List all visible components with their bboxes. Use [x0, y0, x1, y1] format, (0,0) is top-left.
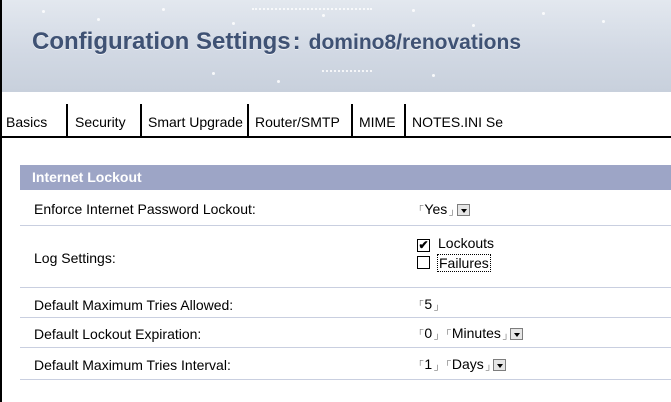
log-option-failures[interactable]: Failures: [417, 253, 494, 273]
lockout-expiration-field[interactable]: ┌0 ┘ ┌Minutes ┘: [417, 324, 524, 344]
row-log-settings: Log Settings: ✔ Lockouts Failures: [20, 226, 671, 288]
field-close-bracket-icon: ┘: [434, 365, 441, 375]
field-open-bracket-icon: ┌: [417, 324, 424, 334]
banner-decoration: [542, 12, 545, 15]
max-tries-field[interactable]: ┌5 ┘: [417, 295, 441, 315]
banner-decoration: [472, 24, 475, 27]
section-header-internet-lockout: Internet Lockout: [20, 165, 671, 190]
enforce-lockout-label: Enforce Internet Password Lockout:: [34, 201, 256, 217]
field-open-bracket-icon: ┌: [417, 355, 424, 365]
tries-interval-field[interactable]: ┌1 ┘ ┌Days ┘: [417, 355, 507, 375]
banner-decoration: [252, 8, 372, 10]
max-tries-value[interactable]: 5: [424, 296, 432, 312]
field-close-bracket-icon: ┘: [485, 365, 493, 375]
log-option-lockouts-label[interactable]: Lockouts: [438, 235, 494, 251]
field-open-bracket-icon: ┌: [417, 295, 424, 305]
row-enforce-lockout: Enforce Internet Password Lockout: ┌Yes ┘: [20, 190, 671, 226]
dropdown-arrow-icon[interactable]: [510, 328, 524, 340]
dropdown-arrow-icon[interactable]: [456, 204, 470, 216]
tab-divider: [404, 104, 406, 136]
field-close-bracket-icon: ┘: [434, 305, 441, 315]
field-open-bracket-icon: ┌: [417, 200, 424, 210]
banner-decoration: [42, 10, 45, 13]
row-tries-interval: Default Maximum Tries Interval: ┌1 ┘ ┌Day…: [20, 348, 671, 380]
field-close-bracket-icon: ┘: [449, 210, 456, 220]
header-banner: Configuration Settings: domino8/renovatio…: [2, 0, 671, 92]
enforce-lockout-value[interactable]: Yes: [424, 201, 447, 217]
banner-decoration: [322, 14, 325, 17]
tab-notes-ini[interactable]: NOTES.INI Se: [408, 107, 507, 136]
field-close-bracket-icon: ┘: [434, 334, 441, 344]
banner-decoration: [232, 22, 235, 25]
banner-decoration: [322, 70, 372, 72]
tab-router-smtp[interactable]: Router/SMTP: [251, 107, 344, 136]
enforce-lockout-field[interactable]: ┌Yes ┘: [417, 200, 470, 220]
log-settings-label: Log Settings:: [34, 250, 116, 266]
banner-decoration: [277, 80, 280, 83]
page-title: Configuration Settings: domino8/renovatio…: [32, 28, 521, 56]
dropdown-arrow-icon[interactable]: [493, 359, 507, 371]
log-option-failures-label[interactable]: Failures: [437, 254, 491, 272]
lockout-expiration-value[interactable]: 0: [424, 325, 432, 341]
tab-divider: [66, 104, 68, 136]
tries-interval-value[interactable]: 1: [424, 356, 432, 372]
banner-decoration: [432, 74, 435, 77]
tab-mime[interactable]: MIME: [355, 107, 400, 136]
tab-divider: [351, 104, 353, 136]
row-max-tries: Default Maximum Tries Allowed: ┌5 ┘: [20, 288, 671, 318]
tries-interval-label: Default Maximum Tries Interval:: [34, 357, 231, 373]
tab-basics[interactable]: Basics: [2, 107, 51, 136]
checkbox-icon[interactable]: ✔: [417, 239, 430, 252]
title-separator: :: [292, 28, 301, 55]
field-close-bracket-icon: ┘: [502, 334, 510, 344]
tab-divider: [140, 104, 142, 136]
log-settings-options: ✔ Lockouts Failures: [417, 233, 494, 273]
banner-decoration: [212, 72, 215, 75]
tab-divider: [247, 104, 249, 136]
field-open-bracket-icon: ┌: [444, 355, 451, 365]
tab-security[interactable]: Security: [71, 107, 130, 136]
checkbox-icon[interactable]: [417, 256, 430, 269]
lockout-expiration-label: Default Lockout Expiration:: [34, 326, 202, 342]
lockout-expiration-unit[interactable]: Minutes: [452, 325, 501, 341]
banner-decoration: [602, 20, 605, 23]
tab-smart-upgrade[interactable]: Smart Upgrade: [144, 107, 247, 136]
max-tries-label: Default Maximum Tries Allowed:: [34, 297, 234, 313]
banner-decoration: [412, 9, 415, 12]
tries-interval-unit[interactable]: Days: [452, 356, 484, 372]
log-option-lockouts[interactable]: ✔ Lockouts: [417, 233, 494, 253]
field-open-bracket-icon: ┌: [444, 324, 451, 334]
banner-decoration: [97, 18, 100, 21]
tab-bar: Basics Security Smart Upgrade Router/SMT…: [2, 92, 671, 138]
page-title-text: Configuration Settings: [32, 28, 291, 55]
row-lockout-expiration: Default Lockout Expiration: ┌0 ┘ ┌Minutes…: [20, 318, 671, 348]
database-name: domino8/renovations: [308, 31, 522, 54]
banner-decoration: [162, 8, 165, 11]
